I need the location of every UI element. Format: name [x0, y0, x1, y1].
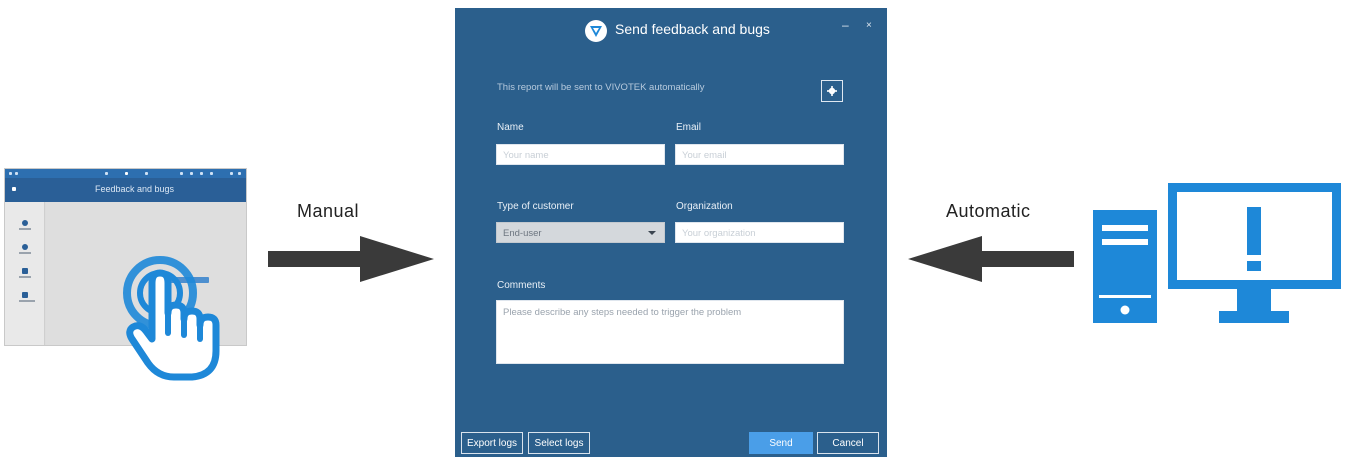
email-label: Email [676, 122, 702, 133]
cancel-button[interactable]: Cancel [817, 432, 879, 454]
automatic-arrow [908, 236, 1074, 282]
customer-type-value: End-user [503, 228, 542, 239]
manual-arrow [268, 236, 434, 282]
manual-label: Manual [297, 201, 360, 221]
customer-type-label: Type of customer [497, 201, 574, 212]
dialog-title-bar: Send feedback and bugs – × [455, 8, 887, 52]
thumbnail-sidebar-item [19, 268, 31, 278]
automatic-label: Automatic [946, 201, 1031, 221]
name-label: Name [497, 122, 524, 133]
feedback-dialog: Send feedback and bugs – × This report w… [455, 8, 887, 457]
report-note: This report will be sent to VIVOTEK auto… [497, 82, 705, 93]
vivotek-logo-icon [585, 20, 607, 42]
thumbnail-header-title: Feedback and bugs [95, 184, 175, 194]
dialog-title: Send feedback and bugs [615, 21, 770, 37]
thumbnail-sidebar-item [19, 220, 31, 230]
chevron-down-icon [648, 231, 656, 235]
export-logs-button[interactable]: Export logs [461, 432, 523, 454]
thumbnail-title-strip [5, 169, 246, 178]
organization-label: Organization [676, 201, 733, 212]
settings-button[interactable] [821, 80, 843, 102]
comments-field[interactable]: Please describe any steps needed to trig… [496, 300, 844, 364]
send-button[interactable]: Send [749, 432, 813, 454]
close-button[interactable]: × [866, 20, 872, 31]
computer-alert-icon [1093, 183, 1341, 323]
customer-type-select[interactable]: End-user [496, 222, 665, 243]
thumbnail-sidebar [5, 202, 45, 345]
minimize-button[interactable]: – [842, 18, 849, 32]
organization-field[interactable]: Your organization [675, 222, 844, 243]
hand-pointer-icon [123, 256, 220, 381]
gear-icon [827, 86, 837, 96]
thumbnail-sidebar-item [19, 244, 31, 254]
name-field[interactable]: Your name [496, 144, 665, 165]
comments-label: Comments [497, 280, 546, 291]
thumbnail-header: Feedback and bugs [5, 178, 246, 202]
thumbnail-sidebar-item [19, 292, 35, 302]
email-field[interactable]: Your email [675, 144, 844, 165]
select-logs-button[interactable]: Select logs [528, 432, 590, 454]
